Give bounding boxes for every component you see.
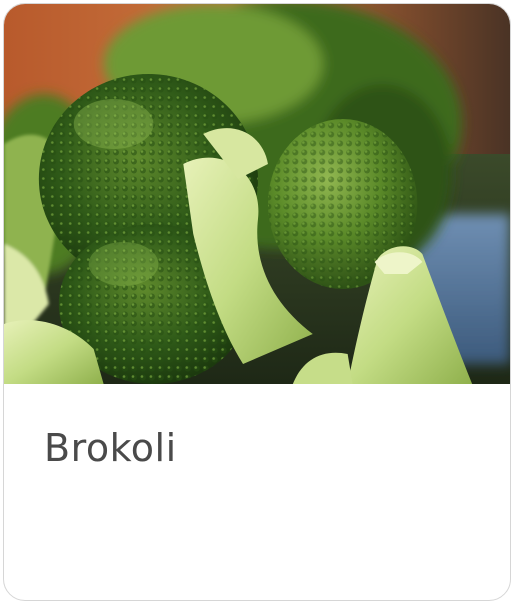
product-title: Brokoli xyxy=(44,426,177,470)
product-card[interactable]: Brokoli xyxy=(3,3,511,601)
broccoli-photo xyxy=(4,4,510,384)
